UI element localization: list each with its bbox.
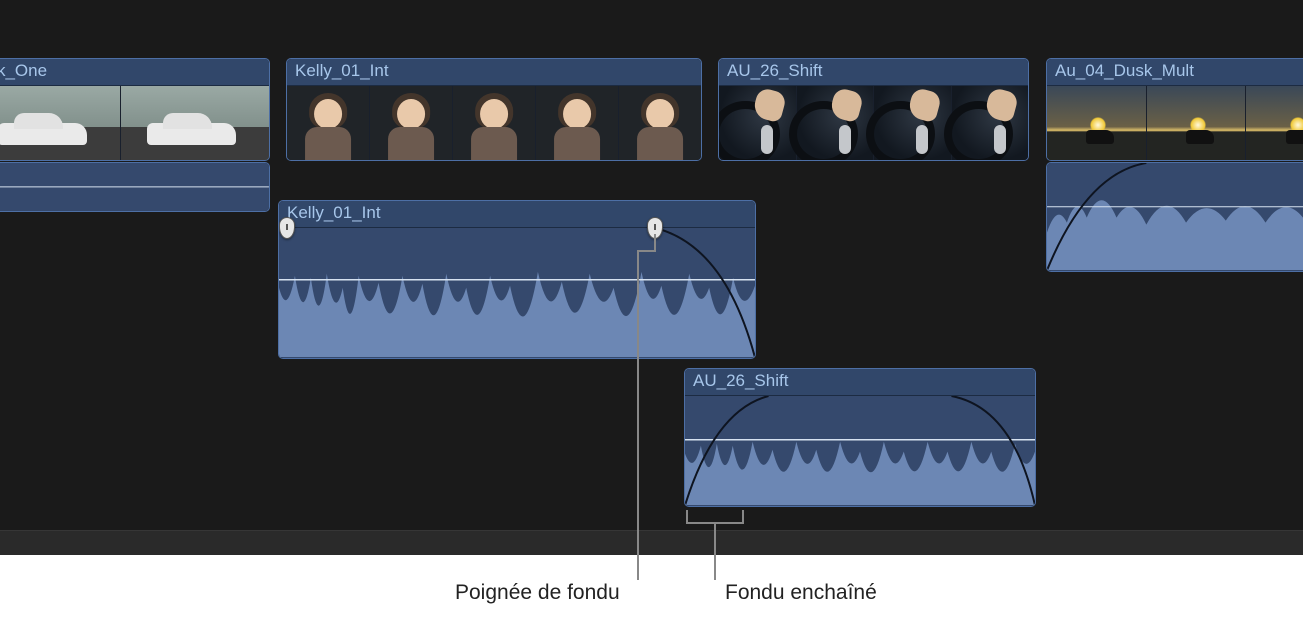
waveform-icon — [685, 396, 1035, 505]
clip-label: usk_One — [0, 59, 269, 86]
callout-line — [637, 250, 655, 252]
callout-line — [637, 250, 639, 580]
clip-label: Au_04_Dusk_Mult — [1047, 59, 1303, 86]
video-clip-2[interactable]: Kelly_01_Int — [286, 58, 702, 161]
callout-crossfade: Fondu enchaîné — [725, 581, 877, 605]
filmstrip — [719, 86, 1028, 160]
video-clip-1[interactable]: usk_One — [0, 58, 270, 161]
clip-label: Kelly_01_Int — [279, 201, 755, 228]
filmstrip — [0, 86, 269, 160]
waveform-icon — [1047, 163, 1303, 270]
clip-label: AU_26_Shift — [685, 369, 1035, 396]
waveform-icon — [279, 228, 755, 357]
callout-line — [714, 524, 716, 580]
clip-label: Kelly_01_Int — [287, 59, 701, 86]
audio-stub-4[interactable] — [1046, 162, 1303, 272]
label-region: Poignée de fondu Fondu enchaîné — [0, 555, 1303, 630]
audio-clip-kelly[interactable]: Kelly_01_Int — [278, 200, 756, 359]
audio-track[interactable] — [279, 228, 755, 358]
crossfade-bracket — [686, 510, 744, 524]
clip-label: AU_26_Shift — [719, 59, 1028, 86]
filmstrip — [1047, 86, 1303, 160]
audio-clip-shift[interactable]: AU_26_Shift — [684, 368, 1036, 507]
waveform-icon — [0, 163, 269, 211]
audio-track[interactable] — [685, 396, 1035, 506]
video-clip-4[interactable]: Au_04_Dusk_Mult — [1046, 58, 1303, 161]
video-clip-3[interactable]: AU_26_Shift — [718, 58, 1029, 161]
audio-stub-1[interactable] — [0, 162, 270, 212]
timeline[interactable]: usk_One Kelly_01_Int AU_26_Shift Au_04_D… — [0, 0, 1303, 555]
filmstrip — [287, 86, 701, 160]
callout-fade-handle: Poignée de fondu — [455, 581, 620, 605]
timeline-footer — [0, 530, 1303, 555]
